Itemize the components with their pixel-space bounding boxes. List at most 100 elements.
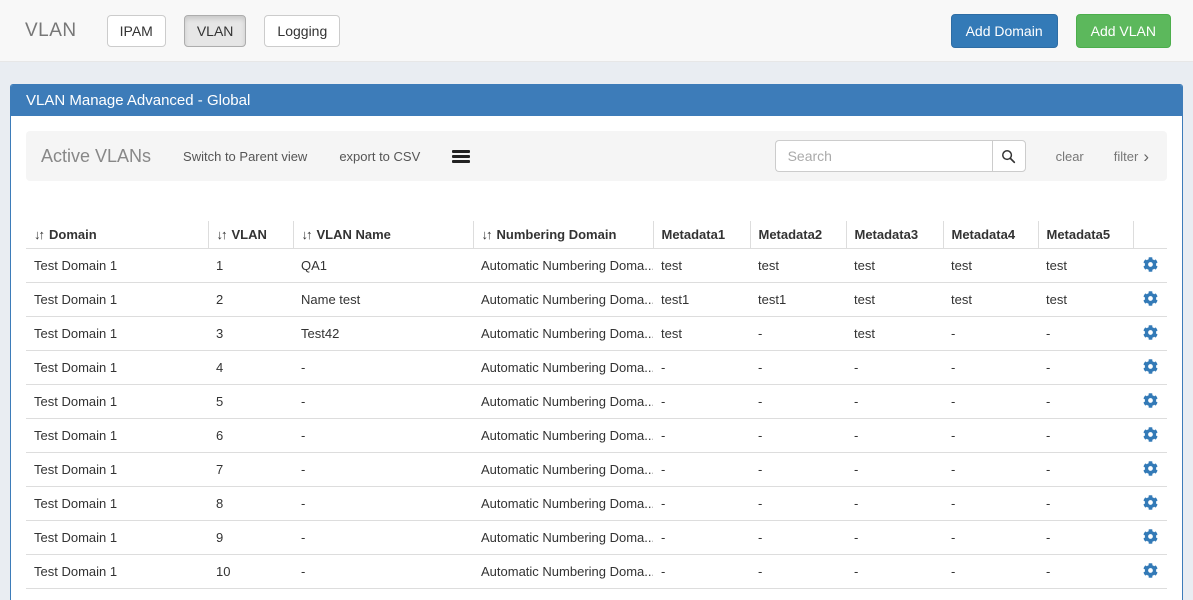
- table-cell: Automatic Numbering Doma...: [473, 351, 653, 385]
- table-cell: test1: [653, 283, 750, 317]
- table-header-row: ↓↑Domain ↓↑VLAN ↓↑VLAN Name ↓↑Numbering …: [26, 221, 1167, 249]
- table-cell: test1: [750, 283, 846, 317]
- row-settings-gear-icon[interactable]: [1143, 257, 1158, 272]
- column-header-vlan-name[interactable]: ↓↑VLAN Name: [293, 221, 473, 249]
- tab-ipam[interactable]: IPAM: [107, 15, 166, 47]
- table-cell: -: [750, 317, 846, 351]
- table-row: Test Domain 13Test42Automatic Numbering …: [26, 317, 1167, 351]
- filter-link[interactable]: filter ›: [1114, 149, 1149, 164]
- hamburger-menu-icon[interactable]: [452, 148, 470, 165]
- sort-icon: ↓↑: [302, 227, 311, 242]
- vlan-table-wrap: ↓↑Domain ↓↑VLAN ↓↑VLAN Name ↓↑Numbering …: [26, 221, 1167, 589]
- filter-link-label: filter: [1114, 149, 1139, 164]
- table-cell: -: [750, 487, 846, 521]
- column-header-metadata2: Metadata2: [750, 221, 846, 249]
- switch-parent-view-link[interactable]: Switch to Parent view: [183, 149, 307, 164]
- page-title: VLAN: [25, 20, 77, 42]
- table-cell: -: [846, 521, 943, 555]
- table-cell: -: [750, 521, 846, 555]
- table-cell: 5: [208, 385, 293, 419]
- table-cell: test: [653, 249, 750, 283]
- panel-body: Active VLANs Switch to Parent view expor…: [11, 116, 1182, 600]
- add-vlan-button[interactable]: Add VLAN: [1076, 14, 1171, 48]
- table-cell: -: [943, 317, 1038, 351]
- table-cell: -: [653, 521, 750, 555]
- table-cell: 9: [208, 521, 293, 555]
- tab-vlan[interactable]: VLAN: [184, 15, 247, 47]
- row-settings-gear-icon[interactable]: [1143, 461, 1158, 476]
- table-cell: -: [1038, 317, 1133, 351]
- table-cell: Test Domain 1: [26, 283, 208, 317]
- table-row: Test Domain 18-Automatic Numbering Doma.…: [26, 487, 1167, 521]
- table-cell: -: [846, 385, 943, 419]
- table-cell: -: [1038, 453, 1133, 487]
- table-cell: -: [943, 555, 1038, 589]
- row-settings-gear-icon[interactable]: [1143, 325, 1158, 340]
- clear-link[interactable]: clear: [1056, 149, 1084, 164]
- row-settings-gear-icon[interactable]: [1143, 495, 1158, 510]
- table-cell: -: [653, 453, 750, 487]
- table-cell: -: [653, 385, 750, 419]
- table-row: Test Domain 11QA1Automatic Numbering Dom…: [26, 249, 1167, 283]
- panel-heading: VLAN Manage Advanced - Global: [11, 85, 1182, 116]
- top-navbar: VLAN IPAM VLAN Logging Add Domain Add VL…: [0, 0, 1193, 62]
- table-cell: -: [846, 351, 943, 385]
- tab-logging[interactable]: Logging: [264, 15, 340, 47]
- table-row: Test Domain 17-Automatic Numbering Doma.…: [26, 453, 1167, 487]
- table-cell: -: [943, 453, 1038, 487]
- column-header-domain[interactable]: ↓↑Domain: [26, 221, 208, 249]
- sort-icon: ↓↑: [34, 227, 43, 242]
- table-cell: Test Domain 1: [26, 385, 208, 419]
- table-cell: -: [750, 385, 846, 419]
- row-actions-cell: [1133, 283, 1167, 317]
- search-button[interactable]: [992, 140, 1026, 172]
- table-cell: test: [943, 249, 1038, 283]
- table-cell: test: [750, 249, 846, 283]
- row-settings-gear-icon[interactable]: [1143, 393, 1158, 408]
- table-cell: 8: [208, 487, 293, 521]
- table-cell: -: [943, 351, 1038, 385]
- toolbar-title: Active VLANs: [41, 146, 151, 167]
- row-settings-gear-icon[interactable]: [1143, 359, 1158, 374]
- table-cell: -: [1038, 521, 1133, 555]
- row-actions-cell: [1133, 419, 1167, 453]
- table-cell: Name test: [293, 283, 473, 317]
- row-actions-cell: [1133, 487, 1167, 521]
- table-cell: -: [1038, 555, 1133, 589]
- sort-icon: ↓↑: [482, 227, 491, 242]
- vlan-table-body: Test Domain 11QA1Automatic Numbering Dom…: [26, 249, 1167, 589]
- row-settings-gear-icon[interactable]: [1143, 529, 1158, 544]
- row-settings-gear-icon[interactable]: [1143, 291, 1158, 306]
- table-cell: Test Domain 1: [26, 317, 208, 351]
- table-cell: Test Domain 1: [26, 419, 208, 453]
- table-cell: -: [653, 555, 750, 589]
- table-cell: 2: [208, 283, 293, 317]
- sort-icon: ↓↑: [217, 227, 226, 242]
- add-domain-button[interactable]: Add Domain: [951, 14, 1058, 48]
- search-icon: [1001, 149, 1016, 164]
- row-actions-cell: [1133, 317, 1167, 351]
- row-settings-gear-icon[interactable]: [1143, 563, 1158, 578]
- table-row: Test Domain 15-Automatic Numbering Doma.…: [26, 385, 1167, 419]
- table-cell: -: [293, 351, 473, 385]
- table-cell: Test Domain 1: [26, 453, 208, 487]
- table-cell: test: [1038, 283, 1133, 317]
- table-cell: test: [846, 283, 943, 317]
- column-header-vlan[interactable]: ↓↑VLAN: [208, 221, 293, 249]
- export-csv-link[interactable]: export to CSV: [339, 149, 420, 164]
- row-settings-gear-icon[interactable]: [1143, 427, 1158, 442]
- table-cell: Automatic Numbering Doma...: [473, 555, 653, 589]
- table-cell: Test42: [293, 317, 473, 351]
- column-header-numbering-domain[interactable]: ↓↑Numbering Domain: [473, 221, 653, 249]
- column-header-metadata3: Metadata3: [846, 221, 943, 249]
- row-actions-cell: [1133, 521, 1167, 555]
- table-cell: -: [943, 385, 1038, 419]
- table-cell: -: [846, 453, 943, 487]
- search-input[interactable]: [775, 140, 992, 172]
- column-header-actions: [1133, 221, 1167, 249]
- vlan-panel: VLAN Manage Advanced - Global Active VLA…: [10, 84, 1183, 600]
- table-cell: -: [293, 555, 473, 589]
- table-cell: test: [846, 317, 943, 351]
- table-cell: 3: [208, 317, 293, 351]
- table-cell: Test Domain 1: [26, 351, 208, 385]
